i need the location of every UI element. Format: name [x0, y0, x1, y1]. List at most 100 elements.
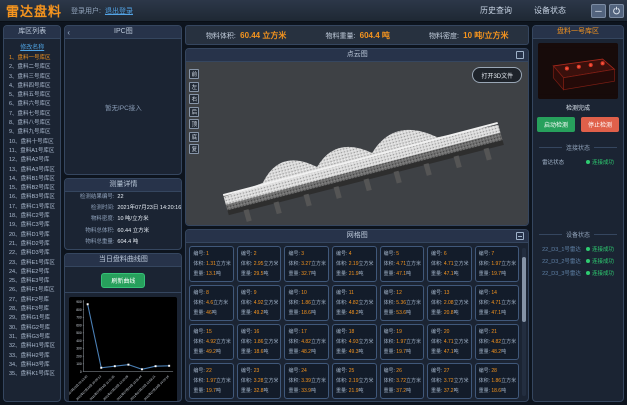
detail-value: 60.44 立方米 — [117, 226, 149, 237]
grid-cell[interactable]: 编号: 16体积: 1.86立方米重量: 18.6吨 — [237, 324, 282, 360]
view-button[interactable]: 底 — [189, 132, 199, 142]
silo-list-item[interactable]: 23、盘料E1号库区 — [9, 259, 58, 268]
silo-list-item[interactable]: 17、盘料C1号库区 — [9, 203, 58, 212]
cell-volume: 体积: 1.86立方米 — [479, 376, 517, 386]
grid-cell[interactable]: 编号: 3体积: 3.27立方米重量: 32.7吨 — [284, 246, 329, 282]
grid-cell[interactable]: 编号: 17体积: 4.82立方米重量: 48.2吨 — [284, 324, 329, 360]
grid-cell[interactable]: 编号: 20体积: 4.71立方米重量: 47.1吨 — [427, 324, 472, 360]
cell-id: 编号: 21 — [479, 327, 517, 337]
grid-cell[interactable]: 编号: 22体积: 1.97立方米重量: 19.7吨 — [189, 363, 234, 399]
history-query-button[interactable]: 历史查询 — [480, 5, 512, 16]
silo-list-item[interactable]: 4、盘料四号库区 — [9, 82, 58, 91]
silo-list-item[interactable]: 19、盘料C3号库 — [9, 221, 58, 230]
silo-list-item[interactable]: 35、盘料K1号库区 — [9, 370, 58, 379]
grid-cell[interactable]: 编号: 8体积: 4.6立方米重量: 46吨 — [189, 285, 234, 321]
grid-cell[interactable]: 编号: 6体积: 4.71立方米重量: 47.1吨 — [427, 246, 472, 282]
silo-list-item[interactable]: 26、盘料F1号库区 — [9, 286, 58, 295]
grid-cell[interactable]: 编号: 28体积: 1.86立方米重量: 18.6吨 — [475, 363, 520, 399]
view-button[interactable]: 顶 — [189, 119, 199, 129]
view-button[interactable]: 右 — [189, 94, 199, 104]
silo-list-item[interactable]: 12、盘料A2号库 — [9, 156, 58, 165]
grid-cell[interactable]: 编号: 27体积: 3.72立方米重量: 37.2吨 — [427, 363, 472, 399]
device-status-button[interactable]: 设备状态 — [534, 5, 566, 16]
collapse-icon[interactable]: ‹ — [67, 27, 70, 39]
logout-link[interactable]: 退出登录 — [105, 6, 133, 16]
silo-list-item[interactable]: 30、盘料G2号库 — [9, 324, 58, 333]
silo-list-item[interactable]: 8、盘料八号库区 — [9, 119, 58, 128]
silo-list-item[interactable]: 24、盘料E2号库 — [9, 268, 58, 277]
grid-cell[interactable]: 编号: 23体积: 3.28立方米重量: 32.8吨 — [237, 363, 282, 399]
grid-cell[interactable]: 编号: 18体积: 4.93立方米重量: 49.3吨 — [332, 324, 377, 360]
grid-cell[interactable]: 编号: 19体积: 1.97立方米重量: 19.7吨 — [380, 324, 425, 360]
silo-list-item[interactable]: 5、盘料五号库区 — [9, 91, 58, 100]
grid-cell[interactable]: 编号: 4体积: 2.19立方米重量: 21.9吨 — [332, 246, 377, 282]
grid-scrollbar-thumb[interactable] — [522, 257, 526, 322]
grid-cell[interactable]: 编号: 21体积: 4.82立方米重量: 48.2吨 — [475, 324, 520, 360]
grid-cell[interactable]: 编号: 24体积: 3.39立方米重量: 33.9吨 — [284, 363, 329, 399]
refresh-curve-button[interactable]: 刷新曲线 — [101, 273, 145, 288]
silo-list-item[interactable]: 6、盘料六号库区 — [9, 100, 58, 109]
silo-list-item[interactable]: 27、盘料F2号库 — [9, 296, 58, 305]
grid-scrollbar[interactable] — [522, 248, 526, 396]
grid-cell[interactable]: 编号: 13体积: 2.08立方米重量: 20.8吨 — [427, 285, 472, 321]
silo-list-item[interactable]: 14、盘料B1号库区 — [9, 175, 58, 184]
silo-list-item[interactable]: 9、盘料九号库区 — [9, 128, 58, 137]
silo-list-item[interactable]: 13、盘料A3号库区 — [9, 166, 58, 175]
silo-list-item[interactable]: 20、盘料D1号库 — [9, 231, 58, 240]
grid-cell[interactable]: 编号: 25体积: 2.19立方米重量: 21.9吨 — [332, 363, 377, 399]
silo-list-item[interactable]: 22、盘料D3号库 — [9, 249, 58, 258]
silo-list-item[interactable]: 11、盘料A1号库区 — [9, 147, 58, 156]
silo-status-title: 盘料一号库区 — [533, 26, 623, 39]
grid-cell[interactable]: 编号: 15体积: 4.92立方米重量: 49.2吨 — [189, 324, 234, 360]
grid-cell[interactable]: 编号: 2体积: 2.95立方米重量: 29.5吨 — [237, 246, 282, 282]
maximize-icon[interactable] — [516, 51, 524, 59]
silo-list-item[interactable]: 10、盘料十号库区 — [9, 138, 58, 147]
silo-list-panel: 库区列表 修改名称 1、盘料一号库区2、盘料二号库区3、盘料三号库区4、盘料四号… — [3, 25, 61, 402]
start-detect-button[interactable]: 启动检测 — [537, 117, 575, 132]
grid-view-icon[interactable] — [516, 232, 524, 240]
power-icon — [612, 6, 621, 15]
grid-cell[interactable]: 编号: 12体积: 5.36立方米重量: 53.6吨 — [380, 285, 425, 321]
grid-panel-title: 网格图 — [347, 232, 368, 239]
detail-label: 检测结果编号: — [68, 192, 114, 203]
power-button[interactable] — [609, 4, 624, 18]
grid-cell[interactable]: 编号: 10体积: 1.86立方米重量: 18.6吨 — [284, 285, 329, 321]
silo-list-item[interactable]: 1、盘料一号库区 — [9, 54, 58, 63]
silo-list-item[interactable]: 3、盘料三号库区 — [9, 73, 58, 82]
silo-list-item[interactable]: 28、盘料F3号库 — [9, 305, 58, 314]
grid-cell[interactable]: 编号: 1体积: 1.31立方米重量: 13.1吨 — [189, 246, 234, 282]
grid-cell[interactable]: 编号: 11体积: 4.82立方米重量: 48.2吨 — [332, 285, 377, 321]
cell-volume: 体积: 2.19立方米 — [336, 259, 374, 269]
grid-cell[interactable]: 编号: 9体积: 4.92立方米重量: 49.2吨 — [237, 285, 282, 321]
minimize-button[interactable]: ─ — [591, 4, 606, 18]
silo-list-item[interactable]: 29、盘料G1号库 — [9, 314, 58, 323]
stat-value: 604.4 吨 — [357, 31, 389, 40]
open-3d-file-button[interactable]: 打开3D文件 — [472, 67, 522, 83]
silo-list-item[interactable]: 7、盘料七号库区 — [9, 110, 58, 119]
silo-list-item[interactable]: 25、盘料E3号库 — [9, 277, 58, 286]
view-button[interactable]: 前 — [189, 69, 199, 79]
silo-list-item[interactable]: 15、盘料B2号库区 — [9, 184, 58, 193]
pointcloud-image[interactable] — [186, 62, 528, 225]
view-button[interactable]: 复 — [189, 144, 199, 154]
silo-list-item[interactable]: 34、盘料H3号库 — [9, 361, 58, 370]
silo-list-item[interactable]: 33、盘料H2号库 — [9, 352, 58, 361]
grid-cell[interactable]: 编号: 26体积: 3.72立方米重量: 37.2吨 — [380, 363, 425, 399]
stop-detect-button[interactable]: 停止检测 — [581, 117, 619, 132]
stats-bar: 物料体积: 60.44 立方米物料重量: 604.4 吨物料密度: 10 吨/立… — [185, 25, 529, 45]
grid-cell[interactable]: 编号: 5体积: 4.71立方米重量: 47.1吨 — [380, 246, 425, 282]
silo-list-item[interactable]: 16、盘料B3号库区 — [9, 193, 58, 202]
silo-list-item[interactable]: 2、盘料二号库区 — [9, 63, 58, 72]
grid-cell[interactable]: 编号: 14体积: 4.71立方米重量: 47.1吨 — [475, 285, 520, 321]
silo-list-item[interactable]: 32、盘料H1号库区 — [9, 342, 58, 351]
cell-volume: 体积: 3.39立方米 — [288, 376, 326, 386]
view-button[interactable]: 后 — [189, 107, 199, 117]
rename-link[interactable]: 修改名称 — [4, 39, 60, 53]
silo-list-item[interactable]: 31、盘料G3号库 — [9, 333, 58, 342]
grid-cell[interactable]: 编号: 7体积: 1.97立方米重量: 19.7吨 — [475, 246, 520, 282]
silo-list-item[interactable]: 21、盘料D2号库 — [9, 240, 58, 249]
view-button[interactable]: 左 — [189, 82, 199, 92]
connection-section-title: 连接状态 — [566, 143, 590, 152]
cell-weight: 重量: 19.7吨 — [193, 386, 231, 396]
silo-list-item[interactable]: 18、盘料C2号库 — [9, 212, 58, 221]
